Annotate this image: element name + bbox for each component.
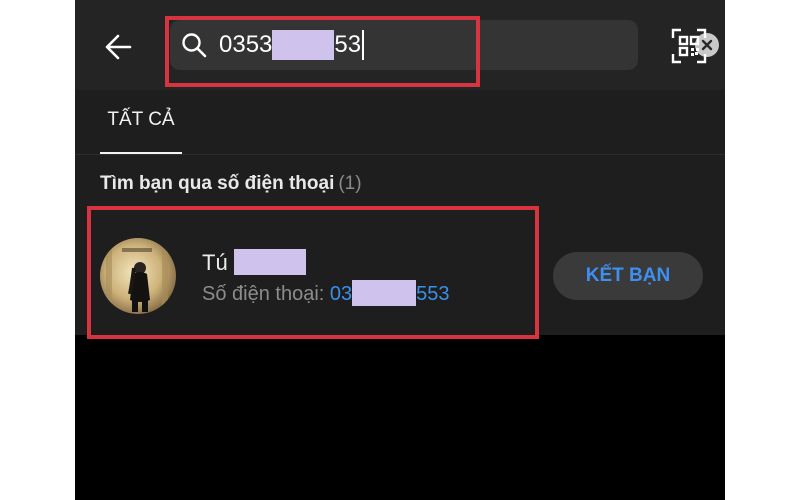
tab-bar: TẤT CẢ bbox=[75, 90, 725, 155]
section-title: Tìm bạn qua số điện thoại (1) bbox=[100, 173, 362, 195]
section-title-text: Tìm bạn qua số điện thoại bbox=[100, 173, 335, 194]
tab-all-label: TẤT CẢ bbox=[107, 109, 175, 130]
arrow-left-icon bbox=[105, 34, 132, 60]
tab-all[interactable]: TẤT CẢ bbox=[100, 90, 182, 154]
back-button[interactable] bbox=[93, 22, 143, 72]
qr-code-icon[interactable] bbox=[671, 28, 707, 64]
add-friend-button[interactable]: KẾT BẠN bbox=[553, 252, 703, 300]
search-highlight-box bbox=[165, 16, 480, 87]
result-count: (1) bbox=[338, 173, 362, 194]
result-highlight-box bbox=[87, 206, 539, 339]
